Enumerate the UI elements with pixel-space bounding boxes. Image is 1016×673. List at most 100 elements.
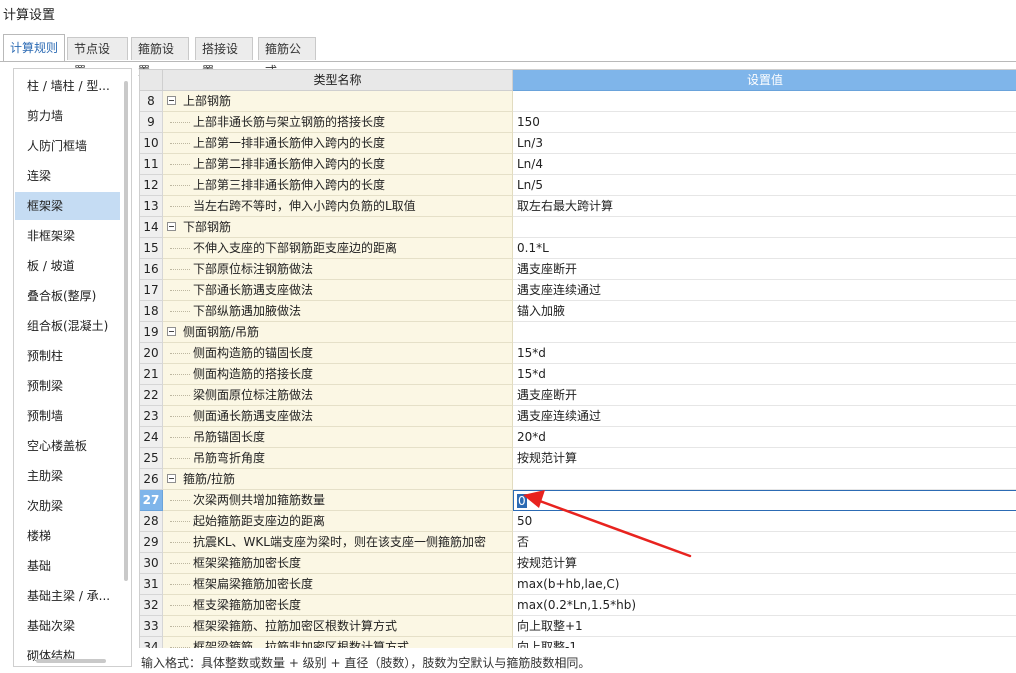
- row-setting-value[interactable]: 15*d: [513, 343, 1016, 364]
- row-setting-value[interactable]: 取左右最大跨计算: [513, 196, 1016, 217]
- table-row: 26 箍筋/拉筋: [140, 469, 1016, 490]
- list-item-column[interactable]: 柱 / 墙柱 / 型...: [15, 72, 120, 100]
- row-setting-value[interactable]: 遇支座断开: [513, 259, 1016, 280]
- row-setting-value[interactable]: 0.1*L: [513, 238, 1016, 259]
- table-row: 34 框架梁箍筋、拉筋非加密区根数计算方式 向上取整-1: [140, 637, 1016, 648]
- tree-guide: [170, 626, 190, 627]
- collapse-icon[interactable]: [167, 222, 176, 231]
- list-item-foundation-main-beam[interactable]: 基础主梁 / 承...: [15, 582, 120, 610]
- list-item-secondary-rib-beam[interactable]: 次肋梁: [15, 492, 120, 520]
- row-type-name: 侧面构造筋的搭接长度: [193, 367, 314, 381]
- list-item-main-rib-beam[interactable]: 主肋梁: [15, 462, 120, 490]
- table-row: 16 下部原位标注钢筋做法 遇支座断开: [140, 259, 1016, 280]
- row-setting-value[interactable]: 向上取整-1: [513, 637, 1016, 648]
- tree-guide: [170, 542, 190, 543]
- list-horizontal-scrollbar[interactable]: [36, 659, 106, 663]
- tab-calc-rules[interactable]: 计算规则: [3, 34, 65, 61]
- collapse-icon[interactable]: [167, 327, 176, 336]
- tree-guide: [170, 290, 190, 291]
- row-number: 17: [140, 280, 163, 301]
- row-type-name: 不伸入支座的下部钢筋距支座边的距离: [193, 241, 398, 255]
- tab-node-settings[interactable]: 节点设置: [67, 37, 128, 78]
- row-setting-value[interactable]: Ln/5: [513, 175, 1016, 196]
- row-number: 31: [140, 574, 163, 595]
- row-setting-value[interactable]: 按规范计算: [513, 553, 1016, 574]
- row-number: 18: [140, 301, 163, 322]
- row-type-name: 下部通长筋遇支座做法: [193, 283, 314, 297]
- collapse-icon[interactable]: [167, 96, 176, 105]
- list-item-precast-beam[interactable]: 预制梁: [15, 372, 120, 400]
- list-item-frame-beam[interactable]: 框架梁: [15, 192, 120, 220]
- row-setting-value[interactable]: max(b+hb,lae,C): [513, 574, 1016, 595]
- row-number: 14: [140, 217, 163, 238]
- row-number: 27: [140, 490, 163, 511]
- row-setting-value[interactable]: 遇支座连续通过: [513, 280, 1016, 301]
- row-setting-value[interactable]: 15*d: [513, 364, 1016, 385]
- table-row: 12 上部第三排非通长筋伸入跨内的长度 Ln/5: [140, 175, 1016, 196]
- grid-header-number: [140, 70, 163, 91]
- row-setting-value[interactable]: 遇支座连续通过: [513, 406, 1016, 427]
- row-number: 20: [140, 343, 163, 364]
- tab-stirrup-settings[interactable]: 箍筋设置: [131, 37, 189, 78]
- table-row: 18 下部纵筋遇加腋做法 锚入加腋: [140, 301, 1016, 322]
- tree-guide: [170, 458, 190, 459]
- row-setting-value[interactable]: 20*d: [513, 427, 1016, 448]
- row-number: 11: [140, 154, 163, 175]
- list-item-non-frame-beam[interactable]: 非框架梁: [15, 222, 120, 250]
- row-type-name: 框架梁箍筋、拉筋加密区根数计算方式: [193, 619, 398, 633]
- row-setting-value[interactable]: 锚入加腋: [513, 301, 1016, 322]
- list-item-stairs[interactable]: 楼梯: [15, 522, 120, 550]
- list-item-hollow-slab[interactable]: 空心楼盖板: [15, 432, 120, 460]
- row-type-name: 上部钢筋: [183, 94, 232, 108]
- list-item-precast-column[interactable]: 预制柱: [15, 342, 120, 370]
- list-item-coupling-beam[interactable]: 连梁: [15, 162, 120, 190]
- row-number: 28: [140, 511, 163, 532]
- row-setting-value[interactable]: 遇支座断开: [513, 385, 1016, 406]
- tree-guide: [170, 164, 190, 165]
- list-item-composite-slab-full[interactable]: 叠合板(整厚): [15, 282, 120, 310]
- tree-guide: [170, 122, 190, 123]
- tree-guide: [170, 143, 190, 144]
- component-list[interactable]: 柱 / 墙柱 / 型... 剪力墙 人防门框墙 连梁 框架梁 非框架梁 板 / …: [13, 68, 132, 667]
- list-item-foundation[interactable]: 基础: [15, 552, 120, 580]
- collapse-icon[interactable]: [167, 474, 176, 483]
- row-setting-value[interactable]: [513, 91, 1016, 112]
- list-item-composite-slab-concrete[interactable]: 组合板(混凝土): [15, 312, 120, 340]
- row-setting-value[interactable]: Ln/3: [513, 133, 1016, 154]
- list-item-foundation-secondary-beam[interactable]: 基础次梁: [15, 612, 120, 640]
- row-setting-value[interactable]: max(0.2*Ln,1.5*hb): [513, 595, 1016, 616]
- row-type-name: 侧面钢筋/吊筋: [183, 325, 260, 339]
- list-vertical-scrollbar[interactable]: [124, 81, 128, 581]
- table-row: 21 侧面构造筋的搭接长度 15*d: [140, 364, 1016, 385]
- row-setting-value[interactable]: [513, 469, 1016, 490]
- row-setting-value[interactable]: 按规范计算: [513, 448, 1016, 469]
- row-type-name: 下部纵筋遇加腋做法: [193, 304, 302, 318]
- row-setting-value[interactable]: 向上取整+1: [513, 616, 1016, 637]
- tree-guide: [170, 311, 190, 312]
- table-row: 24 吊筋锚固长度 20*d: [140, 427, 1016, 448]
- list-item-civil-defense-frame[interactable]: 人防门框墙: [15, 132, 120, 160]
- row-setting-value[interactable]: Ln/4: [513, 154, 1016, 175]
- row-setting-value[interactable]: [513, 217, 1016, 238]
- active-value-editor[interactable]: 0: [513, 490, 1016, 511]
- table-row: 25 吊筋弯折角度 按规范计算: [140, 448, 1016, 469]
- row-setting-value[interactable]: 50: [513, 511, 1016, 532]
- list-item-shear-wall[interactable]: 剪力墙: [15, 102, 120, 130]
- input-format-hint: 输入格式：具体整数或数量 + 级别 + 直径（肢数），肢数为空默认与箍筋肢数相同…: [141, 656, 591, 670]
- row-type-name: 上部第三排非通长筋伸入跨内的长度: [193, 178, 386, 192]
- list-item-precast-wall[interactable]: 预制墙: [15, 402, 120, 430]
- row-setting-value[interactable]: [513, 322, 1016, 343]
- selected-value-text[interactable]: 0: [517, 494, 527, 508]
- tree-guide: [170, 353, 190, 354]
- row-setting-value[interactable]: 150: [513, 112, 1016, 133]
- list-item-slab-ramp[interactable]: 板 / 坡道: [15, 252, 120, 280]
- row-number: 29: [140, 532, 163, 553]
- row-setting-value[interactable]: 否: [513, 532, 1016, 553]
- tab-lap-settings[interactable]: 搭接设置: [195, 37, 253, 78]
- row-number: 16: [140, 259, 163, 280]
- tree-guide: [170, 584, 190, 585]
- row-number: 12: [140, 175, 163, 196]
- list-item-masonry[interactable]: 砌体结构: [15, 642, 120, 666]
- row-type-name: 起始箍筋距支座边的距离: [193, 514, 326, 528]
- tab-stirrup-formula[interactable]: 箍筋公式: [258, 37, 316, 78]
